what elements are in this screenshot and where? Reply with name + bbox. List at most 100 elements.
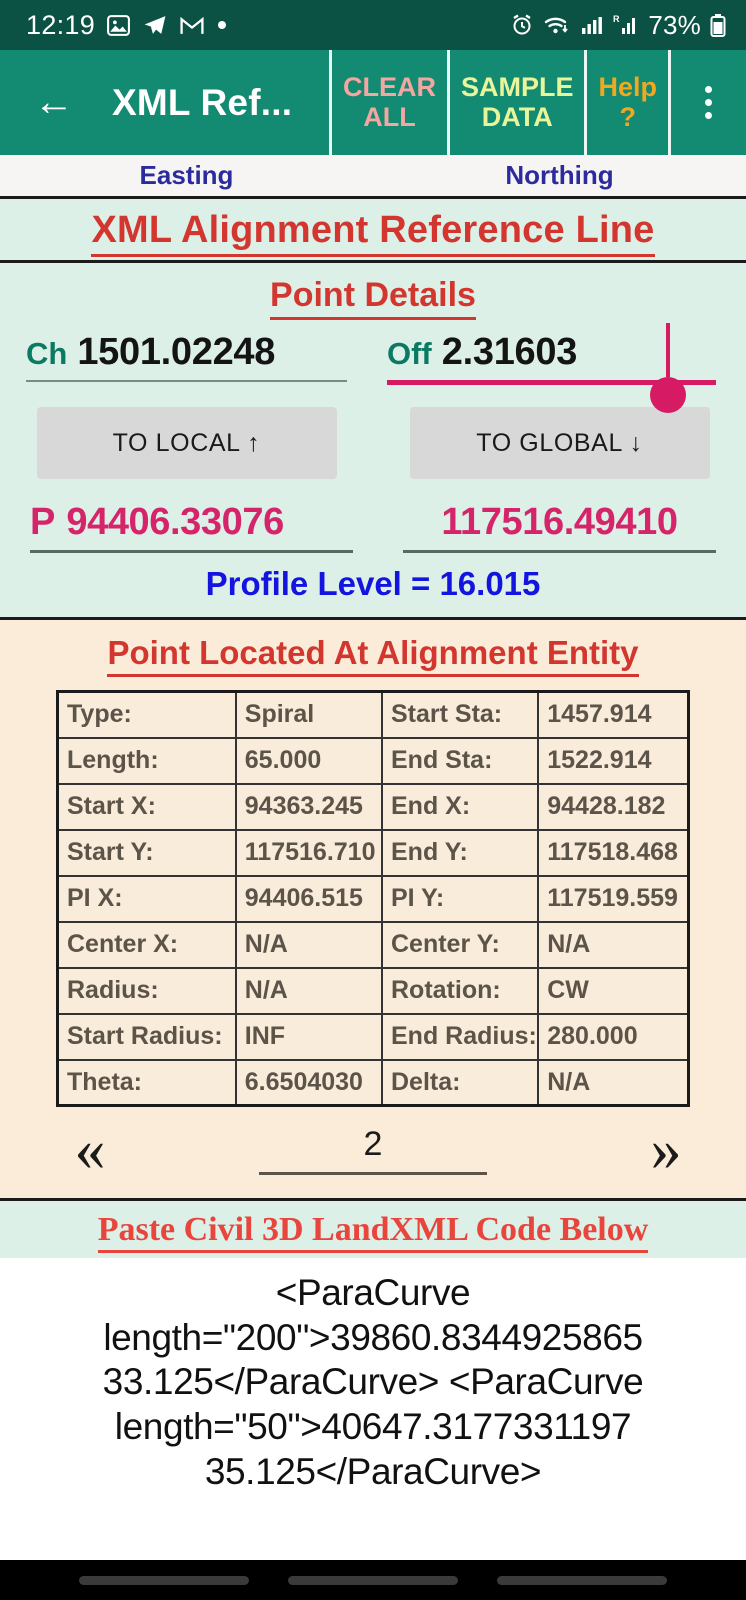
table-cell: End Radius:	[380, 1012, 540, 1061]
nav-recents-button[interactable]	[79, 1575, 250, 1585]
offset-label: Off	[387, 336, 432, 371]
entity-heading-text: Point Located At Alignment Entity	[107, 634, 639, 677]
status-bar-right: R 73%	[510, 10, 726, 41]
table-cell: 65.000	[234, 736, 384, 785]
dot-icon	[216, 19, 228, 31]
table-cell: 6.6504030	[234, 1058, 384, 1107]
page-number-input[interactable]: 2	[364, 1125, 383, 1164]
main-heading-text: XML Alignment Reference Line	[91, 209, 655, 257]
table-cell: Length:	[56, 736, 237, 785]
table-cell: 117518.468	[537, 828, 690, 877]
northing-underline	[403, 550, 716, 553]
text-caret-icon	[666, 323, 670, 377]
table-row: Start Radius: INF End Radius: 280.000	[56, 1012, 690, 1061]
table-cell: Start X:	[56, 782, 237, 831]
offset-input[interactable]: 2.31603	[442, 331, 578, 374]
sample-data-button[interactable]: SAMPLE DATA	[446, 50, 585, 155]
telegram-icon	[142, 13, 168, 38]
page-number-group: 2	[170, 1125, 576, 1176]
page-title: XML Ref...	[112, 81, 293, 123]
column-header-bar: Easting Northing	[0, 155, 746, 199]
prev-entity-button[interactable]: «	[0, 1119, 170, 1181]
battery-percent-label: 73%	[648, 9, 701, 40]
status-bar: 12:19 R 73%	[0, 0, 746, 50]
table-row: Start X: 94363.245 End X: 94428.182	[56, 782, 690, 831]
table-cell: 1522.914	[537, 736, 690, 785]
roaming-signal-icon: R	[613, 13, 639, 37]
entity-pager: « 2 »	[0, 1107, 746, 1198]
page-number-underline	[259, 1172, 487, 1176]
sample-data-label-line1: SAMPLE	[460, 72, 574, 103]
table-cell: N/A	[537, 920, 690, 969]
main-heading: XML Alignment Reference Line	[0, 199, 746, 260]
clear-all-label-line1: CLEAR	[342, 72, 436, 103]
table-cell: 94428.182	[537, 782, 690, 831]
input-row: Ch 1501.02248 Off 2.31603	[0, 323, 746, 413]
table-row: PI X: 94406.515 PI Y: 117519.559	[56, 874, 690, 923]
table-row: Length: 65.000 End Sta: 1522.914	[56, 736, 690, 785]
northing-output-group: 117516.49410	[373, 501, 746, 553]
entity-table: Type: Spiral Start Sta: 1457.914 Length: 65.0…	[56, 690, 690, 1107]
table-cell: Spiral	[234, 690, 384, 739]
clear-all-button[interactable]: CLEAR ALL	[328, 50, 447, 155]
help-button[interactable]: Help ?	[584, 50, 668, 155]
column-header-easting: Easting	[139, 160, 234, 190]
to-global-wrap: TO GLOBAL ↓	[373, 407, 746, 479]
table-cell: 117519.559	[537, 874, 690, 923]
output-row: P 94406.33076 117516.49410	[0, 485, 746, 553]
status-clock: 12:19	[26, 9, 96, 40]
app-bar: ← XML Ref... CLEAR ALL SAMPLE DATA Help …	[0, 50, 746, 155]
nav-back-button[interactable]	[496, 1575, 667, 1585]
table-cell: End Sta:	[380, 736, 540, 785]
table-row: Theta: 6.6504030 Delta: N/A	[56, 1058, 690, 1107]
point-prefix-label: P	[30, 501, 56, 543]
point-details-heading-text: Point Details	[270, 276, 476, 320]
table-cell: Start Sta:	[380, 690, 540, 739]
nav-home-button[interactable]	[287, 1575, 458, 1585]
table-cell: 280.000	[537, 1012, 690, 1061]
kebab-dot-1	[705, 86, 712, 93]
easting-output[interactable]: 94406.33076	[66, 501, 284, 544]
text-selection-handle-icon[interactable]	[650, 377, 686, 413]
table-cell: 94406.515	[234, 874, 384, 923]
photos-icon	[106, 13, 131, 38]
alarm-icon	[510, 13, 534, 37]
table-cell: N/A	[234, 920, 384, 969]
overflow-menu-icon[interactable]	[668, 50, 746, 155]
table-cell: 117516.710	[234, 828, 384, 877]
to-local-wrap: TO LOCAL ↑	[0, 407, 373, 479]
table-cell: Rotation:	[380, 966, 540, 1015]
easting-output-group: P 94406.33076	[0, 501, 373, 553]
landxml-code-input[interactable]: <ParaCurve length="200">39860.8344925865…	[0, 1257, 746, 1560]
next-entity-button[interactable]: »	[576, 1119, 746, 1181]
table-cell: Theta:	[56, 1058, 237, 1107]
table-cell: N/A	[537, 1058, 690, 1107]
table-cell: 94363.245	[234, 782, 384, 831]
table-cell: End X:	[380, 782, 540, 831]
table-cell: N/A	[234, 966, 384, 1015]
to-local-button[interactable]: TO LOCAL ↑	[36, 407, 337, 479]
help-label-line1: Help	[598, 72, 657, 103]
gmail-icon	[179, 13, 205, 38]
table-row: Type: Spiral Start Sta: 1457.914	[56, 690, 690, 739]
system-navigation-bar	[0, 1560, 746, 1600]
table-row: Radius: N/A Rotation: CW	[56, 966, 690, 1015]
table-cell: End Y:	[380, 828, 540, 877]
northing-output[interactable]: 117516.49410	[441, 501, 678, 544]
table-cell: CW	[537, 966, 690, 1015]
table-cell: PI Y:	[380, 874, 540, 923]
profile-level-label: Profile Level = 16.015	[205, 565, 541, 602]
point-details-heading: Point Details	[0, 263, 746, 325]
table-row: Start Y: 117516.710 End Y: 117518.468	[56, 828, 690, 877]
chainage-input[interactable]: 1501.02248	[77, 331, 275, 374]
point-details-panel: XML Alignment Reference Line Point Detai…	[0, 199, 746, 617]
easting-underline	[30, 550, 353, 553]
to-global-button[interactable]: TO GLOBAL ↓	[409, 407, 710, 479]
help-label-line2: ?	[619, 101, 636, 132]
svg-text:R: R	[613, 14, 620, 24]
back-button[interactable]: ←	[0, 50, 108, 155]
table-cell: Center Y:	[380, 920, 540, 969]
convert-button-row: TO LOCAL ↑ TO GLOBAL ↓	[0, 385, 746, 485]
app-window: 12:19 R 73% ← XML Ref... CLEAR ALL SAMPL…	[0, 0, 746, 1600]
table-cell: 1457.914	[537, 690, 690, 739]
